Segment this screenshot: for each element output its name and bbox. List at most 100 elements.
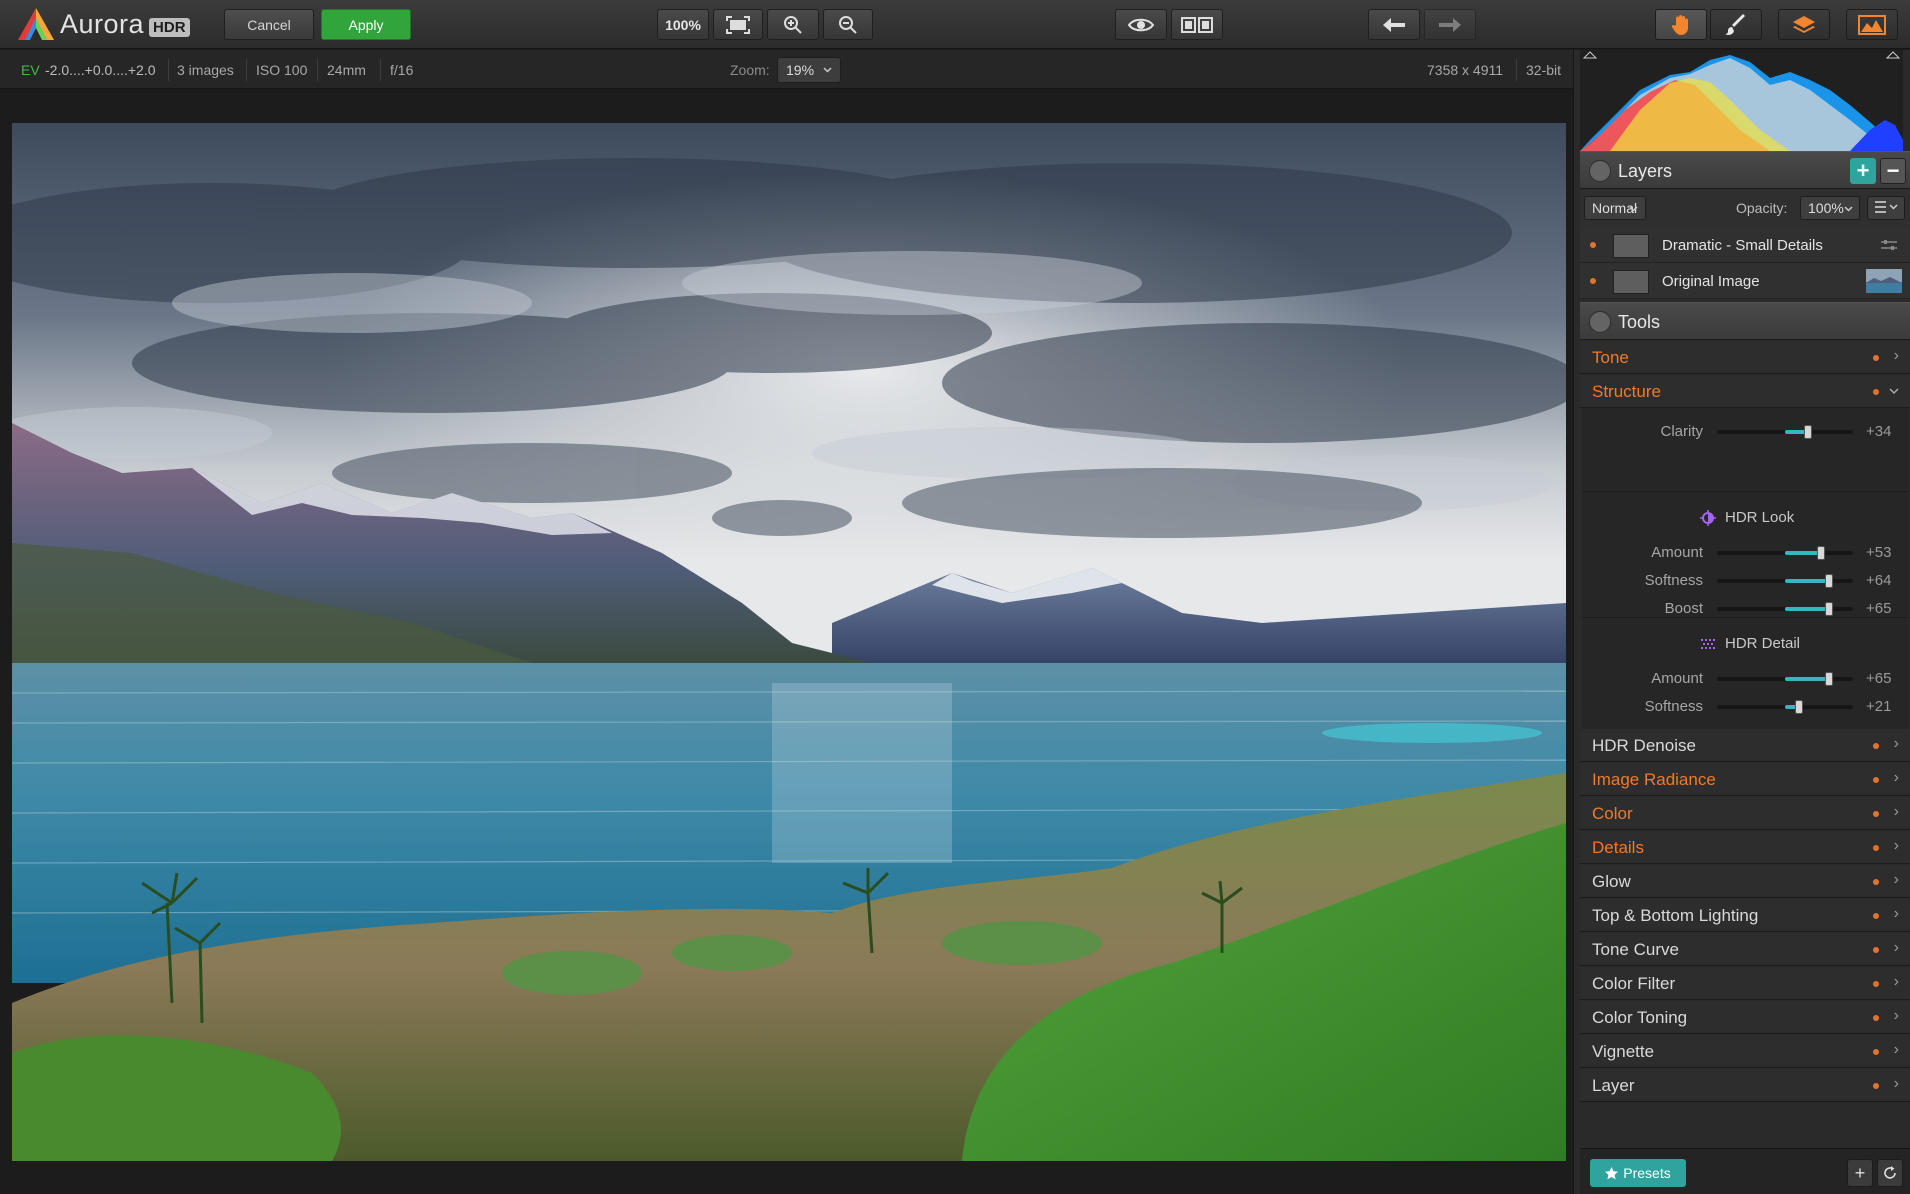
layer-row[interactable]: Dramatic - Small Details <box>1580 227 1910 263</box>
layer-controls: Normal Opacity: 100% <box>1580 189 1910 227</box>
tool-reset-dot[interactable] <box>1873 845 1879 851</box>
add-layer-button[interactable]: + <box>1850 158 1876 184</box>
tool-hdr-denoise[interactable]: HDR Denoise › <box>1580 729 1910 762</box>
tool-name: Color Toning <box>1592 1008 1688 1027</box>
tool-reset-dot[interactable] <box>1873 913 1879 919</box>
hdr-look-softness-slider[interactable]: Softness +64 <box>1582 566 1909 594</box>
zoom-select[interactable]: 19% <box>777 57 841 83</box>
hdr-look-icon <box>1700 510 1716 526</box>
hdr-landscape-photo[interactable] <box>12 123 1566 1161</box>
adjust-sliders-icon[interactable] <box>1881 239 1897 251</box>
layer-visibility-dot[interactable] <box>1590 242 1596 248</box>
tool-tone-curve[interactable]: Tone Curve › <box>1580 933 1910 966</box>
tools-panel-icon <box>1589 311 1611 333</box>
chevron-right-icon: › <box>1893 905 1899 922</box>
chevron-down-icon <box>823 67 832 73</box>
tool-vignette[interactable]: Vignette › <box>1580 1035 1910 1068</box>
hdr-detail-amount-slider[interactable]: Amount +65 <box>1582 664 1909 692</box>
histogram-button[interactable] <box>1846 9 1898 40</box>
tool-layer[interactable]: Layer › <box>1580 1069 1910 1102</box>
tool-tone[interactable]: Tone › <box>1580 341 1910 374</box>
tool-color[interactable]: Color › <box>1580 797 1910 830</box>
tool-reset-dot[interactable] <box>1873 1083 1879 1089</box>
tool-reset-dot[interactable] <box>1873 777 1879 783</box>
slider-knob[interactable] <box>1795 700 1804 714</box>
chevron-down-icon <box>1844 206 1853 212</box>
tool-glow[interactable]: Glow › <box>1580 865 1910 898</box>
redo-button[interactable] <box>1424 9 1476 40</box>
opacity-value: 100% <box>1808 200 1844 216</box>
tool-reset-dot[interactable] <box>1873 981 1879 987</box>
layer-mask-thumbnail <box>1613 234 1649 258</box>
slider-knob[interactable] <box>1825 672 1834 686</box>
histogram <box>1580 50 1903 151</box>
slider-fill <box>1785 677 1830 681</box>
layer-row[interactable]: Original Image <box>1580 263 1910 299</box>
tool-color-toning[interactable]: Color Toning › <box>1580 1001 1910 1034</box>
ev-range: -2.0....+0.0....+2.0 <box>45 62 156 78</box>
remove-layer-button[interactable]: − <box>1880 158 1906 184</box>
zoom-out-button[interactable] <box>823 9 873 40</box>
layers-panel-button[interactable] <box>1778 9 1830 40</box>
tool-reset-dot[interactable] <box>1873 1015 1879 1021</box>
slider-value: +65 <box>1866 600 1892 617</box>
undo-button[interactable] <box>1368 9 1420 40</box>
tool-image-radiance[interactable]: Image Radiance › <box>1580 763 1910 796</box>
add-preset-button[interactable]: + <box>1847 1159 1873 1187</box>
fit-screen-icon <box>726 15 750 34</box>
layers-title: Layers <box>1618 161 1673 181</box>
slider-label: Clarity <box>1660 423 1703 440</box>
slider-track[interactable] <box>1717 574 1853 588</box>
tool-top-bottom-lighting[interactable]: Top & Bottom Lighting › <box>1580 899 1910 932</box>
tool-reset-dot[interactable] <box>1873 879 1879 885</box>
tool-reset-dot[interactable] <box>1873 355 1879 361</box>
zoom-label: Zoom: <box>730 62 770 78</box>
tool-reset-dot[interactable] <box>1873 947 1879 953</box>
image-dimensions: 7358 x 4911 <box>1427 62 1504 78</box>
layers-icon <box>1793 15 1815 33</box>
hand-tool-button[interactable] <box>1655 9 1707 40</box>
zoom-in-button[interactable] <box>767 9 819 40</box>
layer-menu-button[interactable] <box>1867 196 1905 220</box>
compare-view-button[interactable] <box>1171 9 1223 40</box>
blend-mode-select[interactable]: Normal <box>1584 196 1646 220</box>
tool-structure[interactable]: Structure <box>1580 375 1910 408</box>
hand-icon <box>1671 14 1688 35</box>
apply-button[interactable]: Apply <box>321 9 411 40</box>
app-name: Aurora <box>60 8 145 39</box>
hdr-detail-header: HDR Detail <box>1582 628 1909 658</box>
slider-track[interactable] <box>1717 602 1853 616</box>
layer-visibility-dot[interactable] <box>1590 278 1596 284</box>
layers-panel-header[interactable]: Layers + − <box>1580 151 1910 189</box>
fit-to-screen-button[interactable] <box>713 9 763 40</box>
presets-button[interactable]: Presets <box>1590 1159 1686 1187</box>
cancel-button[interactable]: Cancel <box>224 9 314 40</box>
slider-knob[interactable] <box>1817 546 1826 560</box>
slider-knob[interactable] <box>1824 574 1833 588</box>
tools-panel-header[interactable]: Tools <box>1580 302 1910 340</box>
zoom-100-button[interactable]: 100% <box>657 9 709 40</box>
slider-knob[interactable] <box>1825 602 1834 616</box>
opacity-select[interactable]: 100% <box>1800 196 1860 220</box>
hdr-detail-softness-slider[interactable]: Softness +21 <box>1582 692 1909 720</box>
divider <box>168 59 169 81</box>
slider-track[interactable] <box>1717 672 1853 686</box>
tool-reset-dot[interactable] <box>1873 1049 1879 1055</box>
hdr-look-amount-slider[interactable]: Amount +53 <box>1582 538 1909 566</box>
hdr-look-header: HDR Look <box>1582 502 1909 532</box>
slider-track[interactable] <box>1717 546 1853 560</box>
tool-reset-dot[interactable] <box>1873 743 1879 749</box>
tool-reset-dot[interactable] <box>1873 811 1879 817</box>
slider-knob[interactable] <box>1804 425 1813 439</box>
image-canvas[interactable] <box>0 90 1573 1194</box>
tool-reset-dot[interactable] <box>1873 389 1879 395</box>
preview-toggle-button[interactable] <box>1115 9 1167 40</box>
brush-tool-button[interactable] <box>1710 9 1762 40</box>
tool-details[interactable]: Details › <box>1580 831 1910 864</box>
clarity-slider[interactable]: Clarity +34 <box>1582 417 1909 445</box>
slider-track[interactable] <box>1717 425 1853 439</box>
ev-label: EV <box>21 62 40 78</box>
slider-track[interactable] <box>1717 700 1853 714</box>
tool-color-filter[interactable]: Color Filter › <box>1580 967 1910 1000</box>
reset-button[interactable] <box>1877 1159 1903 1187</box>
